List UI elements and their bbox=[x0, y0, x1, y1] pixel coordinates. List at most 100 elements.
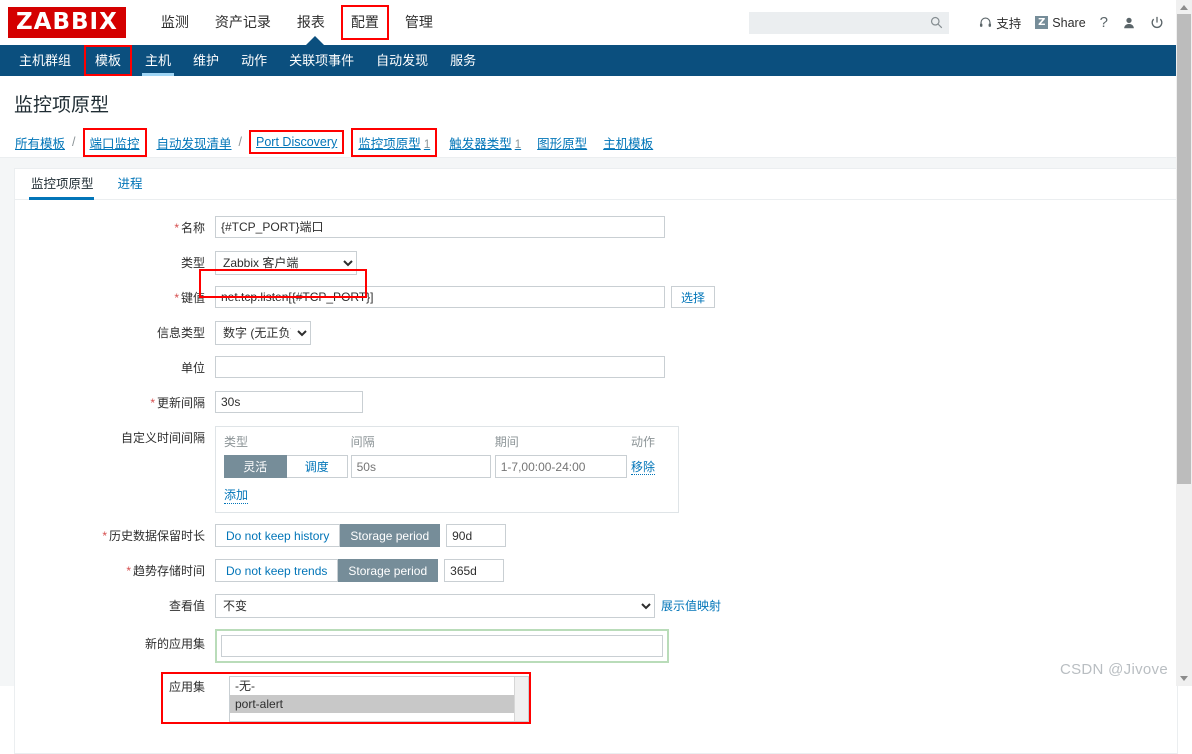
interval-type-segmented: 灵活 调度 bbox=[224, 455, 348, 478]
label-history-text: 历史数据保留时长 bbox=[108, 529, 205, 543]
secondary-nav: 主机群组 模板 主机 维护 动作 关联项事件 自动发现 服务 bbox=[0, 45, 1192, 76]
power-icon bbox=[1151, 16, 1163, 28]
custom-intervals-header: 类型 间隔 期间 动作 bbox=[224, 433, 670, 455]
user-profile-link[interactable] bbox=[1122, 16, 1136, 30]
required-marker-key: * bbox=[174, 291, 179, 305]
custom-interval-row: 灵活 调度 移除 bbox=[224, 455, 670, 478]
breadcrumb-all-templates[interactable]: 所有模板 bbox=[14, 131, 66, 154]
interval-remove-link[interactable]: 移除 bbox=[631, 460, 656, 475]
update-interval-input[interactable] bbox=[215, 391, 363, 413]
application-option-port-alert[interactable]: port-alert bbox=[230, 695, 528, 713]
user-icon bbox=[1124, 17, 1134, 28]
field-row-applications: 应用集 -无- port-alert bbox=[15, 672, 1177, 724]
column-header-type: 类型 bbox=[224, 435, 249, 449]
label-update-interval: * 更新间隔 bbox=[15, 391, 215, 415]
breadcrumb-host-prototypes[interactable]: 主机模板 bbox=[602, 131, 654, 154]
field-row-type: 类型 Zabbix 客户端 bbox=[15, 251, 1177, 275]
trends-segmented: Do not keep trends Storage period bbox=[215, 559, 439, 582]
page-scrollbar[interactable] bbox=[1176, 0, 1192, 686]
history-storage-period-button[interactable]: Storage period bbox=[340, 524, 441, 547]
label-applications: 应用集 bbox=[169, 680, 206, 694]
label-type: 类型 bbox=[180, 256, 205, 270]
applications-highlight-box: 应用集 -无- port-alert bbox=[161, 672, 531, 724]
tab-item-prototype[interactable]: 监控项原型 bbox=[29, 173, 106, 200]
breadcrumb-trigger-prototypes[interactable]: 触发器类型 1 bbox=[448, 131, 522, 154]
unit-input[interactable] bbox=[215, 356, 665, 378]
subnav-item-correlation[interactable]: 关联项事件 bbox=[278, 45, 365, 76]
zabbix-logo[interactable]: ZABBIX bbox=[8, 7, 126, 38]
interval-action-cell: 移除 bbox=[631, 458, 670, 475]
primary-nav: 监测 资产记录 报表 配置 管理 bbox=[148, 0, 446, 45]
nav-item-configuration[interactable]: 配置 bbox=[340, 5, 389, 40]
field-row-name: * 名称 bbox=[15, 216, 1177, 240]
breadcrumb-graph-prototypes[interactable]: 图形原型 bbox=[536, 131, 588, 154]
trends-do-not-keep-button[interactable]: Do not keep trends bbox=[215, 559, 339, 582]
required-marker-trends: * bbox=[126, 564, 131, 578]
breadcrumb-item-prototypes[interactable]: 监控项原型 1 bbox=[351, 127, 438, 157]
applications-listbox[interactable]: -无- port-alert bbox=[229, 676, 529, 722]
nav-item-administration[interactable]: 管理 bbox=[392, 0, 446, 45]
new-application-input[interactable] bbox=[221, 635, 663, 657]
show-value-select[interactable]: 不变 bbox=[215, 594, 655, 618]
interval-type-scheduling-button[interactable]: 调度 bbox=[286, 455, 348, 478]
show-value-mapping-link[interactable]: 展示值映射 bbox=[661, 594, 721, 618]
trends-value-input[interactable] bbox=[444, 559, 505, 582]
share-link[interactable]: Z Share bbox=[1035, 16, 1086, 30]
breadcrumb-separator-2: / bbox=[238, 135, 243, 149]
field-row-show-value: 查看值 不变 展示值映射 bbox=[15, 594, 1177, 618]
subnav-item-actions[interactable]: 动作 bbox=[230, 45, 278, 76]
control-unit bbox=[215, 356, 665, 378]
signout-link[interactable] bbox=[1150, 16, 1164, 30]
trends-storage-period-button[interactable]: Storage period bbox=[338, 559, 439, 582]
scroll-down-arrow-icon[interactable] bbox=[1180, 676, 1188, 681]
breadcrumb-separator: / bbox=[72, 135, 76, 149]
history-value-input[interactable] bbox=[446, 524, 507, 547]
label-trends-text: 趋势存储时间 bbox=[132, 564, 205, 578]
field-row-update-interval: * 更新间隔 bbox=[15, 391, 1177, 415]
support-link[interactable]: 支持 bbox=[979, 13, 1021, 32]
subnav-item-hosts[interactable]: 主机 bbox=[134, 45, 182, 76]
breadcrumb-discovery-list[interactable]: 自动发现清单 bbox=[156, 131, 233, 154]
required-marker-update-interval: * bbox=[150, 396, 155, 410]
type-select[interactable]: Zabbix 客户端 bbox=[215, 251, 357, 275]
label-show-value: 查看值 bbox=[168, 599, 205, 613]
breadcrumb-port-discovery[interactable]: Port Discovery bbox=[249, 130, 345, 154]
breadcrumb-port-monitor[interactable]: 端口监控 bbox=[82, 127, 147, 157]
breadcrumb: 所有模板 / 端口监控 自动发现清单 / Port Discovery 监控项原… bbox=[0, 127, 1192, 158]
scrollbar-thumb[interactable] bbox=[1177, 14, 1191, 484]
field-row-history: * 历史数据保留时长 Do not keep history Storage pe… bbox=[15, 524, 1177, 548]
help-link[interactable]: ? bbox=[1100, 14, 1108, 31]
control-show-value: 不变 展示值映射 bbox=[215, 594, 721, 618]
subnav-item-maintenance[interactable]: 维护 bbox=[182, 45, 230, 76]
search-input[interactable] bbox=[755, 14, 931, 31]
applications-listbox-scrollbar[interactable] bbox=[514, 677, 528, 721]
new-application-focus-ring bbox=[215, 629, 669, 663]
nav-item-inventory[interactable]: 资产记录 bbox=[202, 0, 284, 45]
column-header-period: 期间 bbox=[494, 435, 519, 449]
name-input[interactable] bbox=[215, 216, 665, 238]
key-input[interactable] bbox=[215, 286, 665, 308]
tab-preprocessing[interactable]: 进程 bbox=[116, 173, 155, 199]
nav-item-monitoring[interactable]: 监测 bbox=[148, 0, 202, 45]
scroll-up-arrow-icon[interactable] bbox=[1180, 5, 1188, 10]
required-marker-name: * bbox=[174, 221, 179, 235]
interval-add-link[interactable]: 添加 bbox=[224, 486, 249, 504]
subnav-item-templates[interactable]: 模板 bbox=[84, 45, 133, 76]
label-name: * 名称 bbox=[15, 216, 215, 240]
page-title-area: 监控项原型 bbox=[0, 76, 1192, 127]
interval-type-flexible-button[interactable]: 灵活 bbox=[224, 455, 287, 478]
info-type-select[interactable]: 数字 (无正负) bbox=[215, 321, 311, 345]
subnav-item-host-groups[interactable]: 主机群组 bbox=[8, 45, 82, 76]
breadcrumb-trigger-prototypes-label: 触发器类型 bbox=[449, 136, 512, 151]
interval-period-input[interactable] bbox=[494, 455, 627, 478]
column-header-interval: 间隔 bbox=[350, 435, 375, 449]
history-do-not-keep-button[interactable]: Do not keep history bbox=[215, 524, 341, 547]
subnav-item-services[interactable]: 服务 bbox=[439, 45, 487, 76]
interval-value-input[interactable] bbox=[350, 455, 491, 478]
subnav-item-discovery[interactable]: 自动发现 bbox=[365, 45, 439, 76]
global-search[interactable] bbox=[749, 11, 950, 34]
key-select-button[interactable]: 选择 bbox=[671, 286, 716, 308]
label-history: * 历史数据保留时长 bbox=[15, 524, 215, 548]
application-option-none[interactable]: -无- bbox=[230, 677, 528, 695]
zabbix-z-icon: Z bbox=[1035, 16, 1049, 29]
